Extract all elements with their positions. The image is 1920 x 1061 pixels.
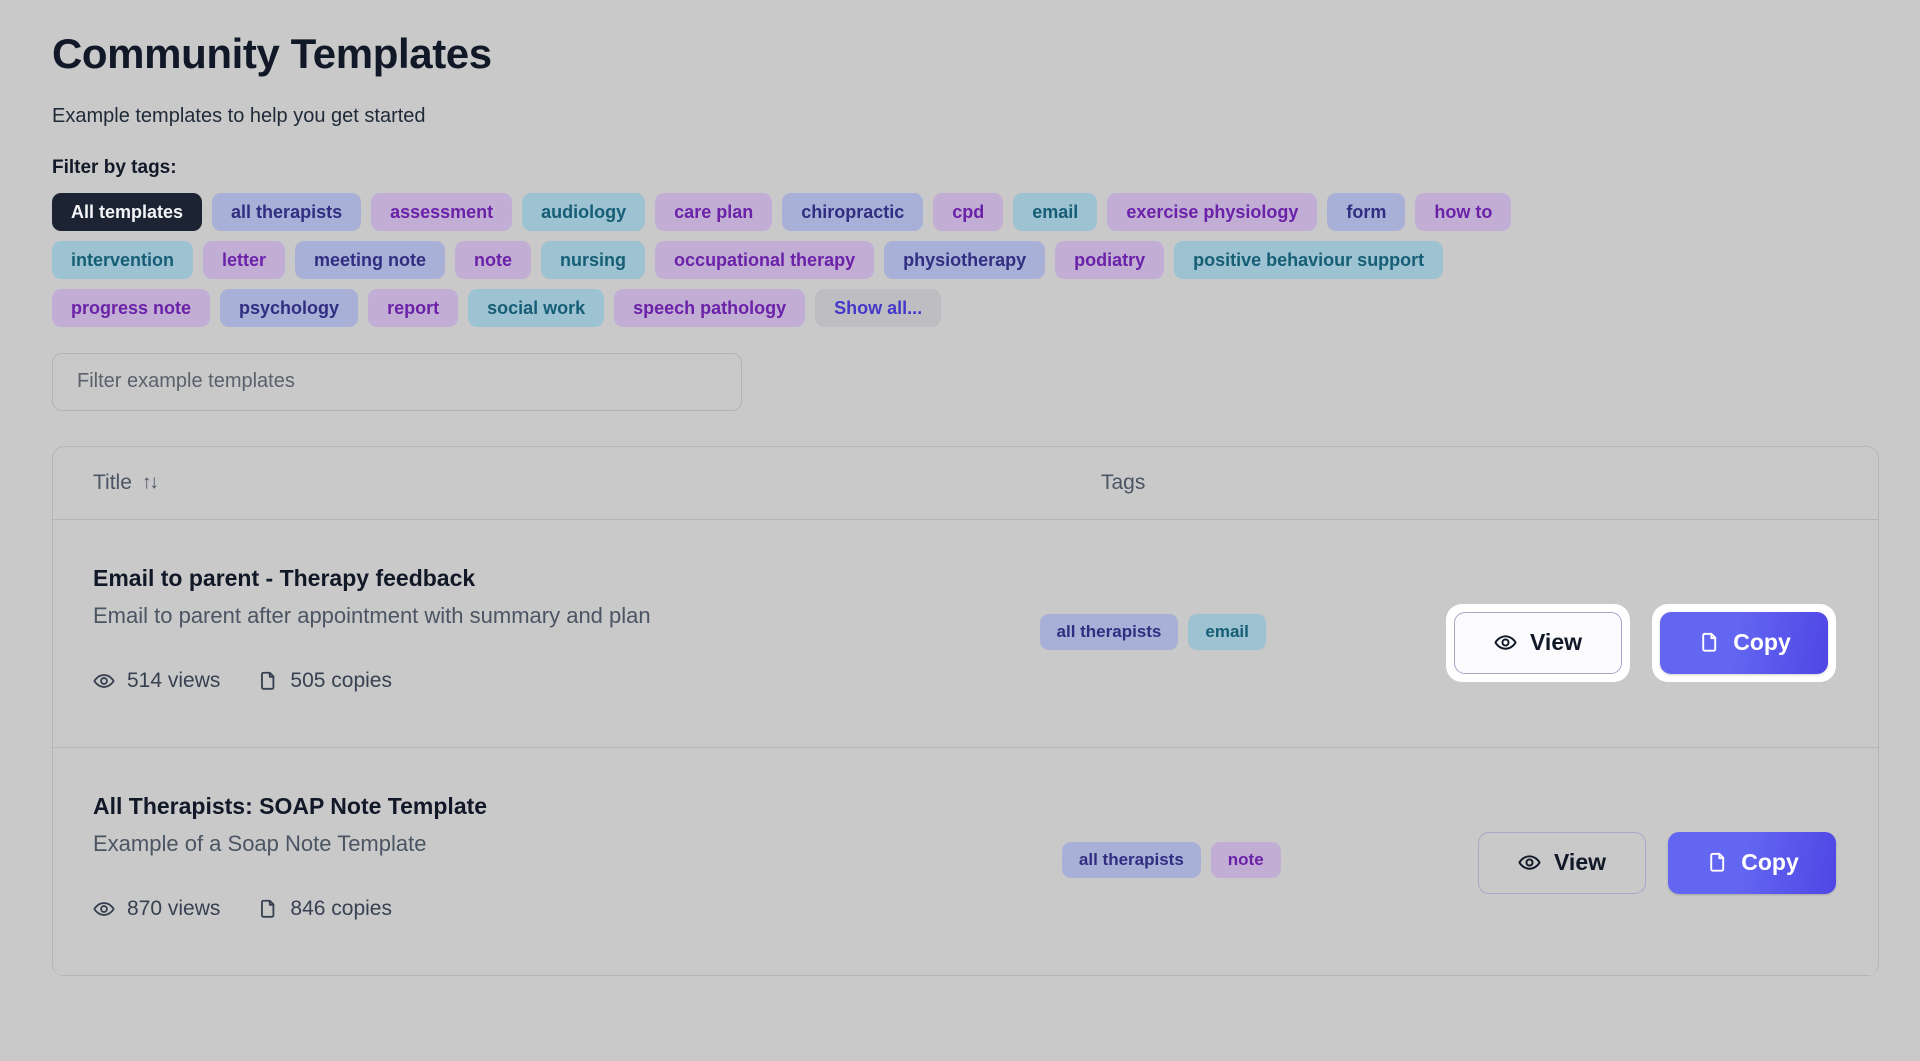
copy-button-focus-ring: Copy [1652, 604, 1836, 682]
template-tags-cell: all therapists note [1062, 790, 1478, 878]
tag-filter-row: progress note psychology report social work… [52, 289, 1842, 327]
column-header-tags-label: Tags [1101, 471, 1145, 495]
tag-filter-progress-note[interactable]: progress note [52, 289, 210, 327]
template-info-cell: All Therapists: SOAP Note Template Exampl… [93, 790, 1062, 921]
view-button-label: View [1554, 851, 1606, 874]
tag-filter-report[interactable]: report [368, 289, 458, 327]
copy-icon [1705, 851, 1728, 874]
copy-button-label: Copy [1733, 631, 1791, 654]
template-tag-all-therapists[interactable]: all therapists [1062, 842, 1201, 878]
eye-icon [93, 670, 115, 692]
tag-filter-exercise-physiology[interactable]: exercise physiology [1107, 193, 1317, 231]
filter-templates-input[interactable] [52, 353, 742, 411]
tag-filter-email[interactable]: email [1013, 193, 1097, 231]
template-tag-email[interactable]: email [1188, 614, 1265, 650]
page-subtitle: Example templates to help you get starte… [52, 103, 1920, 129]
tag-filter-letter[interactable]: letter [203, 241, 285, 279]
tag-filter-row: intervention letter meeting note note nursin… [52, 241, 1842, 279]
template-info-cell: Email to parent - Therapy feedback Email … [93, 562, 1040, 693]
copy-icon [256, 898, 278, 920]
view-button-focus-ring: View [1446, 604, 1630, 682]
template-description: Example of a Soap Note Template [93, 830, 1062, 859]
page-title: Community Templates [52, 28, 1920, 81]
copies-count: 505 copies [290, 669, 392, 693]
table-header-row: Title ↑↓ Tags [53, 447, 1878, 520]
tag-filter-show-all[interactable]: Show all... [815, 289, 941, 327]
tag-filter-positive-behaviour-support[interactable]: positive behaviour support [1174, 241, 1443, 279]
tag-filter-podiatry[interactable]: podiatry [1055, 241, 1164, 279]
copy-button[interactable]: Copy [1668, 832, 1836, 894]
tag-filter-cpd[interactable]: cpd [933, 193, 1003, 231]
copies-count: 846 copies [290, 897, 392, 921]
eye-icon [1518, 851, 1541, 874]
copy-button[interactable]: Copy [1660, 612, 1828, 674]
template-tags-cell: all therapistsemail [1040, 562, 1446, 650]
template-actions-cell: View Copy [1478, 790, 1878, 894]
tag-filter-social-work[interactable]: social work [468, 289, 604, 327]
tag-filter-list: All templates all therapists assessment aud… [52, 193, 1842, 327]
eye-icon [1494, 631, 1517, 654]
views-stat: 514 views [93, 669, 220, 693]
tag-filter-speech-pathology[interactable]: speech pathology [614, 289, 805, 327]
views-count: 514 views [127, 669, 220, 693]
template-tag-note[interactable]: note [1211, 842, 1281, 878]
community-templates-page: Community Templates Example templates to… [0, 0, 1920, 1061]
view-button[interactable]: View [1454, 612, 1622, 674]
tag-filter-audiology[interactable]: audiology [522, 193, 645, 231]
tag-filter-how-to[interactable]: how to [1415, 193, 1511, 231]
tag-filter-form[interactable]: form [1327, 193, 1405, 231]
template-actions-cell: View Copy [1446, 562, 1878, 682]
copy-icon [1697, 631, 1720, 654]
view-button-label: View [1530, 631, 1582, 654]
view-button[interactable]: View [1478, 832, 1646, 894]
column-header-title[interactable]: Title ↑↓ [93, 471, 1101, 495]
tag-filter-care-plan[interactable]: care plan [655, 193, 772, 231]
template-name: All Therapists: SOAP Note Template [93, 792, 1062, 821]
template-stats: 870 views 846 copies [93, 897, 1062, 921]
copy-button-label: Copy [1741, 851, 1799, 874]
tag-filter-row: All templates all therapists assessment aud… [52, 193, 1842, 231]
filter-by-tags-label: Filter by tags: [52, 157, 1920, 179]
sort-toggle-icon[interactable]: ↑↓ [142, 472, 157, 494]
tag-filter-note[interactable]: note [455, 241, 531, 279]
template-stats: 514 views 505 copies [93, 669, 1040, 693]
template-name: Email to parent - Therapy feedback [93, 564, 1040, 593]
copies-stat: 505 copies [256, 669, 392, 693]
templates-table: Title ↑↓ Tags Email to parent - Therapy … [52, 446, 1879, 976]
column-header-tags: Tags [1101, 471, 1145, 495]
tag-filter-all-therapists[interactable]: all therapists [212, 193, 361, 231]
table-row[interactable]: Email to parent - Therapy feedback Email … [53, 520, 1878, 748]
tag-filter-occupational-therapy[interactable]: occupational therapy [655, 241, 874, 279]
column-header-title-label: Title [93, 471, 132, 495]
views-stat: 870 views [93, 897, 220, 921]
tag-filter-psychology[interactable]: psychology [220, 289, 358, 327]
table-body: Email to parent - Therapy feedback Email … [53, 520, 1878, 976]
template-tag-all-therapists[interactable]: all therapists [1040, 614, 1179, 650]
table-row[interactable]: All Therapists: SOAP Note Template Exampl… [53, 748, 1878, 976]
tag-filter-chiropractic[interactable]: chiropractic [782, 193, 923, 231]
tag-filter-meeting-note[interactable]: meeting note [295, 241, 445, 279]
search-container [52, 353, 1920, 411]
eye-icon [93, 898, 115, 920]
copies-stat: 846 copies [256, 897, 392, 921]
copy-icon [256, 670, 278, 692]
tag-filter-physiotherapy[interactable]: physiotherapy [884, 241, 1045, 279]
tag-filter-nursing[interactable]: nursing [541, 241, 645, 279]
views-count: 870 views [127, 897, 220, 921]
template-description: Email to parent after appointment with s… [93, 602, 1040, 631]
tag-filter-intervention[interactable]: intervention [52, 241, 193, 279]
tag-filter-assessment[interactable]: assessment [371, 193, 512, 231]
tag-filter-all-templates[interactable]: All templates [52, 193, 202, 231]
